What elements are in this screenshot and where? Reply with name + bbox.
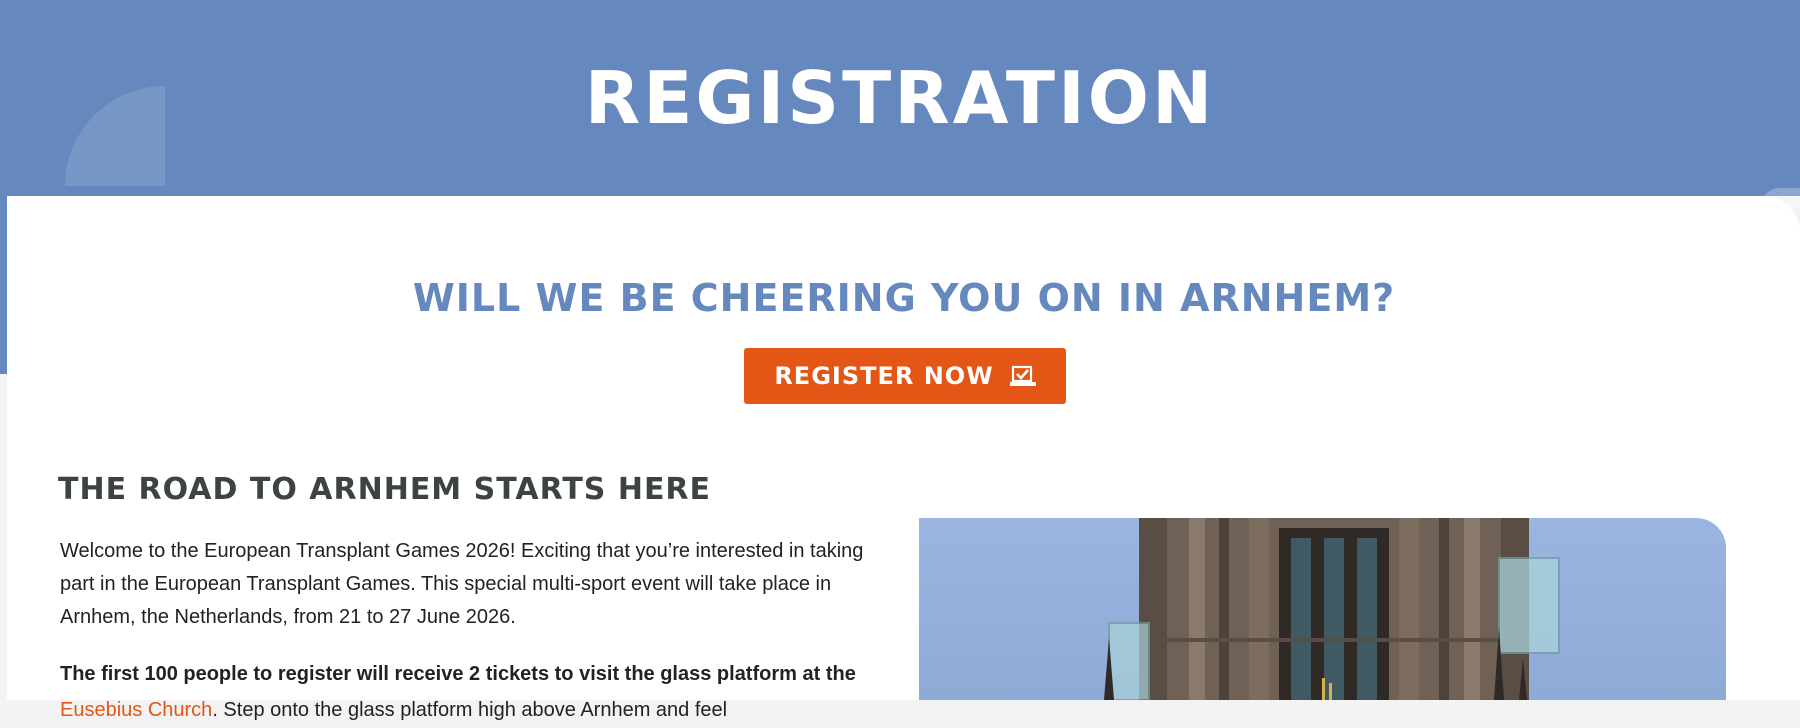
intro-paragraph: Welcome to the European Transplant Games… — [60, 540, 864, 628]
cheer-heading: WILL WE BE CHEERING YOU ON IN ARNHEM? — [412, 276, 1396, 320]
section-heading: THE ROAD TO ARNHEM STARTS HERE — [58, 472, 712, 507]
eusebius-church-tower-photo — [919, 518, 1726, 700]
eusebius-church-link[interactable]: Eusebius Church — [60, 699, 212, 721]
register-now-button[interactable]: REGISTER NOW — [744, 348, 1066, 404]
promo-rest-text: . Step onto the glass platform high abov… — [212, 699, 728, 721]
check-in-icon — [1009, 365, 1036, 386]
promo-bold-text-cont: at the — [802, 663, 856, 685]
page-title: REGISTRATION — [584, 56, 1216, 140]
promo-paragraph: The first 100 people to register will re… — [60, 656, 880, 728]
promo-bold-text: The first 100 people to register will re… — [60, 663, 797, 685]
hero-banner: REGISTRATION — [0, 0, 1800, 208]
register-now-label: REGISTER NOW — [774, 362, 994, 390]
church-tower-illustration — [1104, 518, 1560, 700]
